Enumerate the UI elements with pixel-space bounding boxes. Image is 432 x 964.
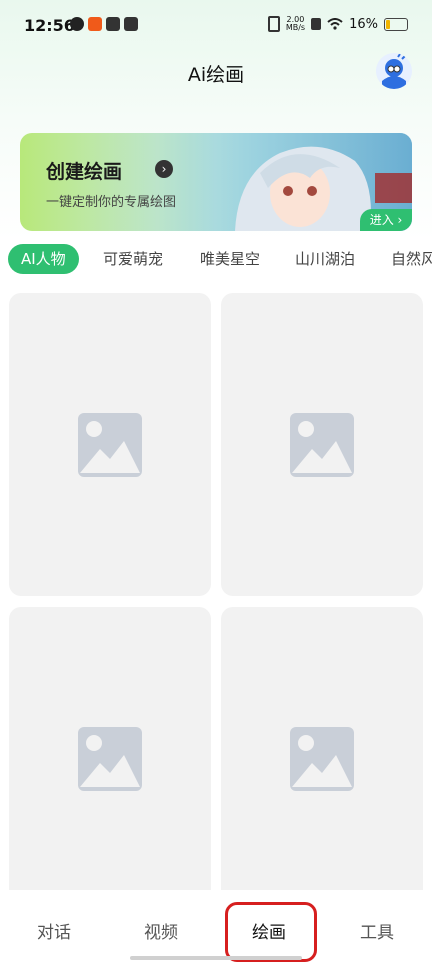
status-time: 12:56 [24,16,75,35]
status-bar: 12:56 2.00 MB/s 16% [0,0,432,52]
banner-subtitle: 一键定制你的专属绘图 [46,195,177,210]
app-notification-icon [70,17,84,31]
battery-percent: 16% [349,16,378,32]
mail-notification-icon [106,17,120,31]
nav-video[interactable]: 视频 [144,918,178,943]
wallet-notification-icon [124,17,138,31]
tab-ai-people[interactable]: AI人物 [8,244,79,274]
gallery-item[interactable] [221,293,423,596]
tab-cute-pets[interactable]: 可爱萌宠 [103,244,163,274]
nav-chat[interactable]: 对话 [37,918,71,943]
image-placeholder-icon [78,413,142,477]
image-placeholder-icon [290,727,354,791]
avatar[interactable] [376,53,412,89]
home-indicator[interactable] [130,956,302,960]
enter-button[interactable]: 进入 › [360,209,412,231]
category-tabs: AI人物 可爱萌宠 唯美星空 山川湖泊 自然风 [0,244,432,276]
create-drawing-banner[interactable]: 创建绘画 › 一键定制你的专属绘图 进入 › [20,133,412,231]
battery-icon [384,17,408,31]
bottom-navigation: 对话 视频 绘画 工具 [0,890,432,964]
tab-nature[interactable]: 自然风 [391,244,432,274]
tab-mountains-lakes[interactable]: 山川湖泊 [295,244,355,274]
sim-off-icon [311,18,322,30]
vibrate-icon [267,16,280,32]
page-title: Ai绘画 [187,64,245,86]
net-speed-unit: MB/s [285,23,306,32]
tab-starry-sky[interactable]: 唯美星空 [200,244,260,274]
gallery-item[interactable] [9,607,211,907]
wifi-icon [327,18,343,30]
banner-title: 创建绘画 [46,161,123,183]
network-speed: 2.00 MB/s [286,16,305,32]
avatar-icon [376,53,412,89]
active-nav-highlight [225,902,317,962]
image-placeholder-icon [78,727,142,791]
gallery-item[interactable] [9,293,211,596]
gallery-item[interactable] [221,607,423,907]
image-placeholder-icon [290,413,354,477]
chevron-right-icon: › [155,160,173,178]
taobao-notification-icon [88,17,102,31]
nav-tools[interactable]: 工具 [360,918,394,943]
